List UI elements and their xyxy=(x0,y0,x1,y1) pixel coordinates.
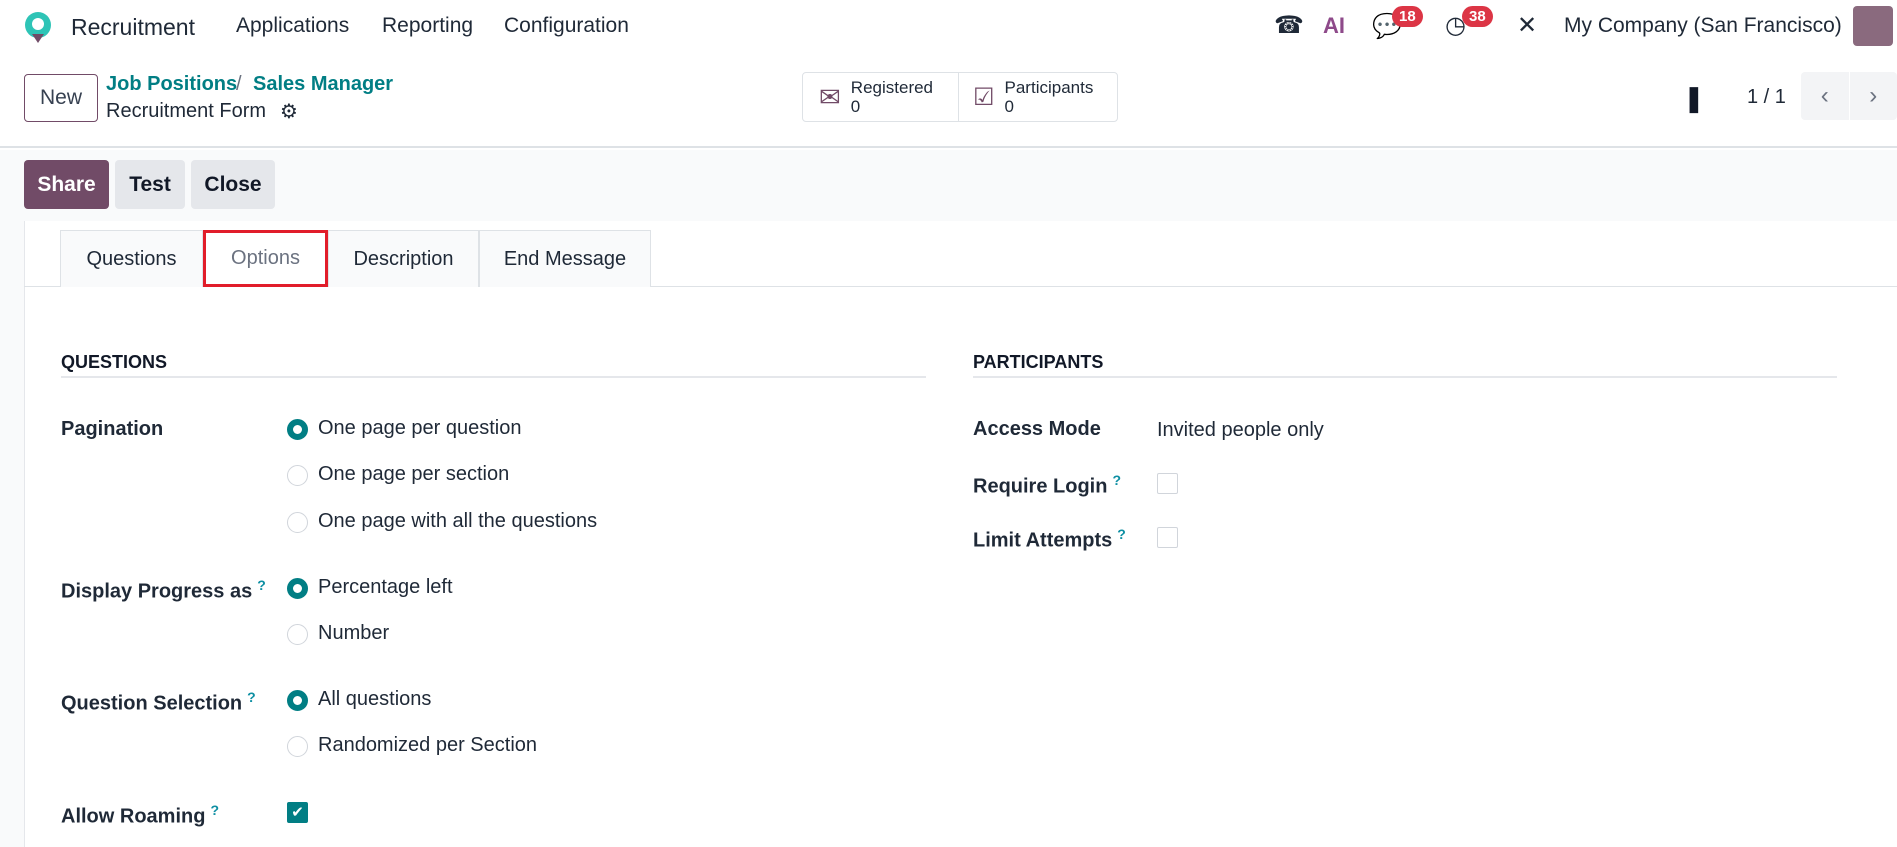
company-switcher[interactable]: My Company (San Francisco) xyxy=(1564,14,1842,38)
roaming-label: Allow Roaming? xyxy=(61,802,219,829)
record-title: Recruitment Form xyxy=(106,100,267,122)
top-navbar: Recruitment Applications Reporting Confi… xyxy=(0,0,1897,53)
progress-label: Display Progress as? xyxy=(61,577,266,604)
questions-section-title: QUESTIONS xyxy=(61,352,168,372)
selection-label-text: Question Selection xyxy=(61,692,243,715)
require-login-label: Require Login? xyxy=(973,472,1121,499)
ai-icon[interactable]: AI xyxy=(1323,13,1345,39)
recruitment-app-icon[interactable] xyxy=(22,10,54,44)
test-button[interactable]: Test xyxy=(115,160,185,209)
control-panel: New Job Positions / Sales Manager Recrui… xyxy=(0,53,1897,148)
questions-divider xyxy=(61,376,926,378)
envelope-icon: ✉ xyxy=(819,81,841,112)
participants-section-title: PARTICIPANTS xyxy=(973,352,1104,372)
selection-radio-randomized[interactable] xyxy=(287,736,308,757)
limit-attempts-checkbox[interactable] xyxy=(1157,527,1178,548)
checkbox-icon: ☑ xyxy=(973,83,995,111)
progress-label-text: Display Progress as xyxy=(61,580,253,603)
participants-stat-button[interactable]: ☑ Participants 0 xyxy=(959,73,1117,121)
selection-radio-all[interactable] xyxy=(287,690,308,711)
require-login-text: Require Login xyxy=(973,475,1108,498)
allow-roaming-checkbox[interactable]: ✔ xyxy=(287,802,308,823)
tab-description[interactable]: Description xyxy=(328,230,479,287)
progress-option[interactable]: Percentage left xyxy=(318,576,453,599)
selection-option[interactable]: All questions xyxy=(318,688,431,711)
registered-stat-button[interactable]: ✉ Registered 0 xyxy=(803,73,959,121)
stat-buttons: ✉ Registered 0 ☑ Participants 0 xyxy=(802,72,1118,122)
help-icon[interactable]: ? xyxy=(210,802,219,818)
help-icon[interactable]: ? xyxy=(247,689,256,705)
activities-badge: 38 xyxy=(1462,6,1493,27)
access-mode-label: Access Mode xyxy=(973,418,1101,440)
tab-options[interactable]: Options xyxy=(203,230,328,287)
new-button[interactable]: New xyxy=(24,74,98,122)
participants-value: 0 xyxy=(1004,97,1014,116)
app-title[interactable]: Recruitment xyxy=(71,14,195,41)
share-button[interactable]: Share xyxy=(24,160,109,209)
menu-reporting[interactable]: Reporting xyxy=(382,14,473,38)
tools-icon[interactable]: ✕ xyxy=(1517,11,1537,40)
access-mode-value[interactable]: Invited people only xyxy=(1157,419,1324,442)
tab-questions[interactable]: Questions xyxy=(60,230,203,287)
pagination-label: Pagination xyxy=(61,418,164,440)
messages-badge: 18 xyxy=(1392,6,1423,27)
breadcrumb-sales-manager[interactable]: Sales Manager xyxy=(253,73,393,96)
limit-attempts-text: Limit Attempts xyxy=(973,529,1113,552)
progress-radio-percentage[interactable] xyxy=(287,578,308,599)
close-button[interactable]: Close xyxy=(191,160,275,209)
progress-radio-number[interactable] xyxy=(287,624,308,645)
menu-applications[interactable]: Applications xyxy=(236,14,349,38)
registered-label: Registered xyxy=(850,78,934,97)
gear-icon[interactable]: ⚙ xyxy=(280,99,298,124)
bookmark-icon[interactable]: ❚ xyxy=(1683,83,1705,114)
selection-label: Question Selection? xyxy=(61,689,256,716)
pager-value[interactable]: 1 / 1 xyxy=(1747,86,1786,109)
help-icon[interactable]: ? xyxy=(1117,526,1126,542)
roaming-label-text: Allow Roaming xyxy=(61,805,206,828)
pagination-option[interactable]: One page with all the questions xyxy=(318,510,597,533)
pagination-radio-all[interactable] xyxy=(287,512,308,533)
help-icon[interactable]: ? xyxy=(1112,472,1121,488)
phone-icon[interactable]: ☎ xyxy=(1274,11,1304,40)
selection-option[interactable]: Randomized per Section xyxy=(318,734,537,757)
help-icon[interactable]: ? xyxy=(257,577,266,593)
participants-label: Participants xyxy=(1004,78,1094,97)
pagination-radio-per-question[interactable] xyxy=(287,419,308,440)
pager-controls: ‹ › xyxy=(1801,72,1897,120)
previous-button[interactable]: ‹ xyxy=(1801,72,1850,120)
tab-end-message[interactable]: End Message xyxy=(479,230,651,287)
pagination-radio-per-section[interactable] xyxy=(287,465,308,486)
pagination-option[interactable]: One page per question xyxy=(318,417,522,440)
pagination-option[interactable]: One page per section xyxy=(318,463,509,486)
avatar[interactable] xyxy=(1853,6,1893,46)
menu-configuration[interactable]: Configuration xyxy=(504,14,629,38)
participants-divider xyxy=(973,376,1837,378)
limit-attempts-label: Limit Attempts? xyxy=(973,526,1126,553)
breadcrumb-separator: / xyxy=(236,73,242,95)
progress-option[interactable]: Number xyxy=(318,622,389,645)
next-button[interactable]: › xyxy=(1850,72,1897,120)
breadcrumb-job-positions[interactable]: Job Positions xyxy=(106,73,237,96)
require-login-checkbox[interactable] xyxy=(1157,473,1178,494)
registered-value: 0 xyxy=(850,97,861,116)
